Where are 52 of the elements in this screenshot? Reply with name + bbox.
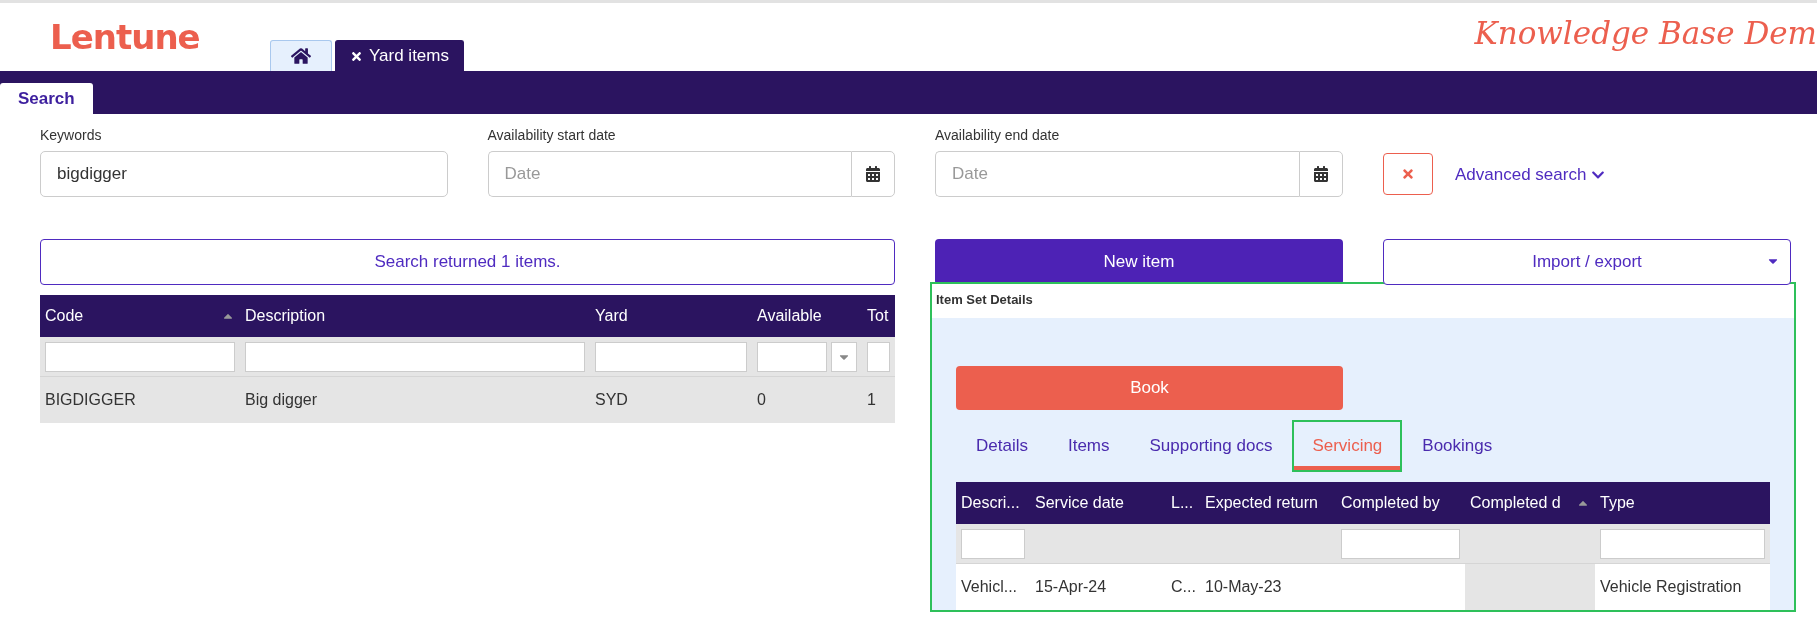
table-cell: C... xyxy=(1166,564,1200,610)
table-cell: Vehicl... xyxy=(956,564,1030,610)
column-header[interactable]: Type xyxy=(1595,482,1770,524)
start-date-field[interactable]: Date xyxy=(487,151,851,197)
calendar-button[interactable] xyxy=(1299,151,1343,197)
filter-dropdown[interactable] xyxy=(831,342,857,372)
advanced-search-link[interactable]: Advanced search xyxy=(1455,165,1606,185)
column-header[interactable]: Description xyxy=(240,295,590,337)
home-icon xyxy=(291,46,311,66)
column-header[interactable]: Descri... xyxy=(956,482,1030,524)
close-icon xyxy=(1401,167,1415,181)
detail-tab[interactable]: Details xyxy=(956,420,1048,472)
table-cell: BIGDIGGER xyxy=(40,377,240,423)
table-cell: 0 xyxy=(752,377,862,423)
end-date-field[interactable]: Date xyxy=(935,151,1299,197)
table-cell: 15-Apr-24 xyxy=(1030,564,1166,610)
column-header[interactable]: Expected return xyxy=(1200,482,1336,524)
home-tab[interactable] xyxy=(270,40,332,71)
search-tab[interactable]: Search xyxy=(0,83,93,114)
column-header[interactable]: Completed d xyxy=(1465,482,1595,524)
detail-tab[interactable]: Supporting docs xyxy=(1129,420,1293,472)
table-cell: SYD xyxy=(590,377,752,423)
calendar-button[interactable] xyxy=(851,151,895,197)
table-cell: 10-May-23 xyxy=(1200,564,1336,610)
column-header[interactable]: Code xyxy=(40,295,240,337)
field-label: Keywords xyxy=(40,127,103,143)
panel-title: Item Set Details xyxy=(932,284,1794,318)
field-label: Availability start date xyxy=(487,127,617,143)
logo: Lentune xyxy=(50,17,201,57)
keywords-field[interactable]: bigdigger xyxy=(40,151,448,197)
clear-button[interactable] xyxy=(1383,153,1433,195)
filter-field[interactable] xyxy=(757,342,827,372)
table-cell: Vehicle Registration xyxy=(1595,564,1770,610)
detail-tab[interactable]: Items xyxy=(1047,420,1130,472)
column-header[interactable]: L... xyxy=(1166,482,1200,524)
search-result-message: Search returned 1 items. xyxy=(40,239,895,285)
page-tab[interactable]: Yard items xyxy=(335,40,464,71)
detail-tab[interactable]: Bookings xyxy=(1402,420,1513,472)
column-header[interactable]: Yard xyxy=(590,295,752,337)
table-cell: 1 xyxy=(862,377,895,423)
column-header[interactable]: Service date xyxy=(1030,482,1166,524)
calendar-icon xyxy=(865,166,881,182)
column-header[interactable]: Available xyxy=(752,295,862,337)
new-item-button[interactable]: New item xyxy=(935,239,1343,285)
calendar-icon xyxy=(1313,166,1329,182)
field-label: Availability end date xyxy=(935,127,1061,143)
close-icon[interactable] xyxy=(350,49,363,63)
table-cell: Big digger xyxy=(240,377,590,423)
column-header[interactable]: Completed by xyxy=(1336,482,1465,524)
import-export-button[interactable]: Import / export xyxy=(1383,239,1791,285)
banner-title: Knowledge Base Dem xyxy=(1474,15,1817,51)
column-header[interactable]: Tot xyxy=(862,295,895,337)
